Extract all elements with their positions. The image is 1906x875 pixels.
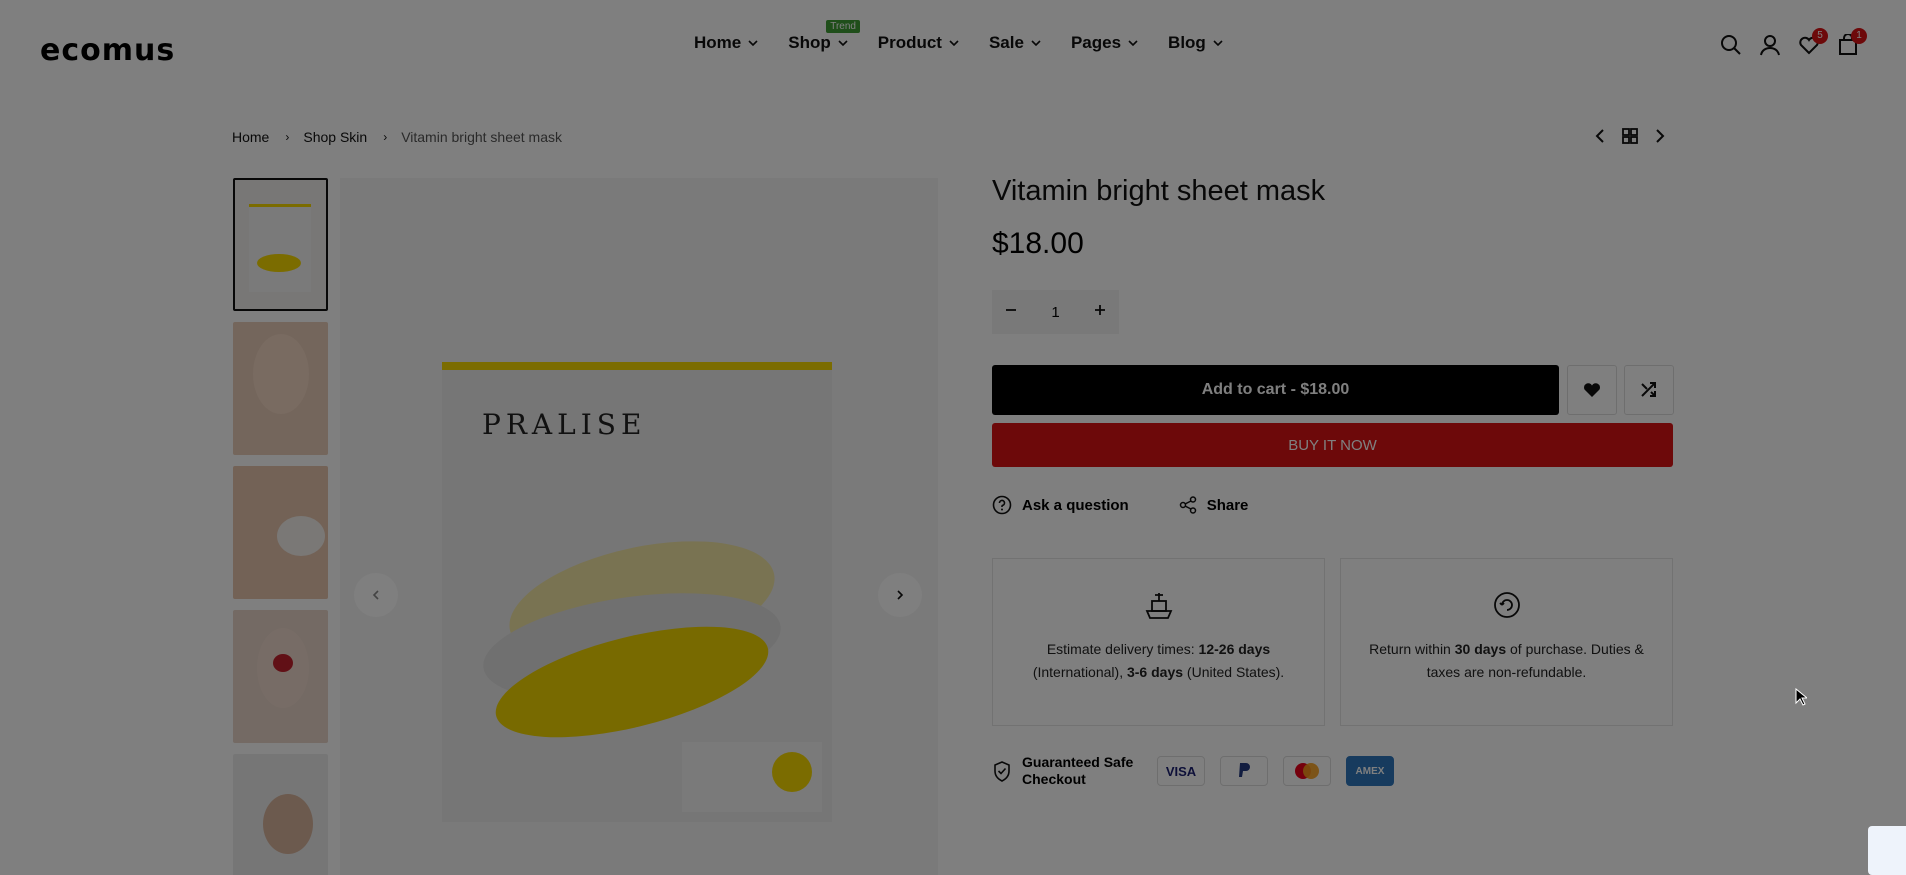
- heart-icon: [1584, 383, 1600, 397]
- shuffle-icon: [1641, 382, 1656, 397]
- wishlist-icon[interactable]: 5: [1798, 28, 1828, 56]
- nav-shop-label: Shop: [788, 33, 831, 52]
- gallery-next-button[interactable]: [878, 573, 922, 617]
- cart-count-badge: 1: [1851, 28, 1867, 44]
- recaptcha-badge[interactable]: [1868, 826, 1906, 875]
- delivery-info-card: Estimate delivery times: 12-26 days (Int…: [992, 558, 1325, 726]
- delivery-text: Estimate delivery times: 12-26 days (Int…: [993, 638, 1324, 684]
- chevron-down-icon: [1031, 40, 1041, 46]
- nav-pages-label: Pages: [1070, 33, 1122, 52]
- product-title: Vitamin bright sheet mask: [992, 175, 1326, 207]
- nav-shop[interactable]: Shop Trend: [788, 20, 860, 53]
- nav-product-label: Product: [877, 33, 942, 52]
- main-nav: Home Shop Trend Product Sale Pages Blog: [694, 20, 1253, 53]
- product-pack-image: PRALISE: [442, 362, 832, 822]
- nav-home[interactable]: Home: [694, 33, 758, 53]
- delivery-us-label: (United States).: [1183, 664, 1285, 680]
- cart-icon[interactable]: 1: [1837, 28, 1867, 56]
- mastercard-icon: [1283, 756, 1331, 786]
- returns-info-card: Return within 30 days of purchase. Dutie…: [1340, 558, 1673, 726]
- breadcrumb-current: Vitamin bright sheet mask: [401, 128, 563, 145]
- nav-home-label: Home: [694, 33, 742, 52]
- question-circle-icon: [992, 495, 1012, 515]
- thumbnail-model-3[interactable]: [233, 610, 328, 743]
- nav-pages[interactable]: Pages: [1071, 33, 1138, 53]
- thumbnail-pack[interactable]: [233, 178, 328, 311]
- delivery-prefix: Estimate delivery times:: [1046, 641, 1199, 657]
- returns-days: 30 days: [1454, 641, 1507, 657]
- site-logo[interactable]: ecomus: [40, 33, 175, 68]
- chevron-down-icon: [748, 40, 758, 46]
- return-icon: [1341, 589, 1672, 628]
- thumbnail-list: [233, 178, 328, 875]
- share-link[interactable]: Share: [1179, 495, 1249, 515]
- increase-quantity-button[interactable]: [1093, 303, 1107, 321]
- compare-button[interactable]: [1624, 365, 1674, 415]
- trend-badge: Trend: [826, 20, 860, 33]
- user-icon[interactable]: [1759, 34, 1781, 56]
- next-product-icon[interactable]: [1651, 127, 1669, 145]
- nav-blog-label: Blog: [1168, 33, 1206, 52]
- thumbnail-model-1[interactable]: [233, 322, 328, 455]
- safe-checkout: Guaranteed Safe Checkout VISA AMEX: [992, 754, 1394, 788]
- chevron-down-icon: [1213, 40, 1223, 46]
- returns-prefix: Return within: [1369, 641, 1455, 657]
- nav-blog[interactable]: Blog: [1168, 33, 1223, 53]
- wishlist-count-badge: 5: [1812, 28, 1828, 44]
- grid-icon[interactable]: [1621, 127, 1639, 145]
- plus-icon: [1095, 305, 1105, 315]
- product-price: $18.00: [992, 227, 1084, 260]
- mouse-cursor-icon: [1795, 688, 1807, 706]
- share-icon: [1179, 496, 1196, 514]
- nav-product[interactable]: Product: [878, 33, 959, 53]
- amex-icon: AMEX: [1346, 756, 1394, 786]
- paypal-icon: [1220, 756, 1268, 786]
- product-pager: [1591, 127, 1669, 145]
- ship-icon: [993, 589, 1324, 628]
- breadcrumb-shop-skin[interactable]: Shop Skin: [303, 129, 367, 145]
- delivery-intl-label: (International),: [1032, 664, 1127, 680]
- returns-text: Return within 30 days of purchase. Dutie…: [1341, 638, 1672, 684]
- search-icon[interactable]: [1720, 34, 1742, 56]
- nav-sale[interactable]: Sale: [989, 33, 1041, 53]
- delivery-us-days: 3-6 days: [1126, 664, 1184, 680]
- visa-icon: VISA: [1157, 756, 1205, 786]
- chevron-down-icon: [949, 40, 959, 46]
- checkout-label: Guaranteed Safe Checkout: [1022, 754, 1134, 787]
- product-actions: Ask a question Share: [992, 495, 1248, 515]
- chevron-down-icon: [1128, 40, 1138, 46]
- chevron-down-icon: [838, 40, 848, 46]
- add-to-wishlist-button[interactable]: [1567, 365, 1617, 415]
- thumbnail-model-2[interactable]: [233, 466, 328, 599]
- buy-it-now-button[interactable]: BUY IT NOW: [992, 423, 1673, 467]
- main-product-image: PRALISE: [340, 178, 938, 875]
- add-to-cart-button[interactable]: Add to cart - $18.00: [992, 365, 1559, 415]
- quantity-stepper: 1: [992, 290, 1119, 334]
- minus-icon: [1006, 309, 1016, 311]
- thumbnail-model-4[interactable]: [233, 754, 328, 875]
- chevron-right-icon: [897, 590, 904, 600]
- gallery-prev-button[interactable]: [354, 573, 398, 617]
- ask-question-link[interactable]: Ask a question: [992, 495, 1129, 515]
- shield-check-icon: [994, 761, 1010, 782]
- product-info: Vitamin bright sheet mask $18.00: [992, 175, 1326, 260]
- header-actions: 5 1: [1720, 28, 1867, 56]
- chevron-left-icon: [372, 590, 379, 600]
- sheet-mask-illustration: [483, 541, 822, 812]
- breadcrumb-home[interactable]: Home: [232, 129, 269, 145]
- decrease-quantity-button[interactable]: [1004, 303, 1018, 321]
- delivery-intl-days: 12-26 days: [1198, 641, 1271, 657]
- breadcrumb: Home › Shop Skin › Vitamin bright sheet …: [205, 111, 1697, 162]
- site-header: ecomus Home Shop Trend Product Sale Page…: [0, 0, 1906, 95]
- nav-sale-label: Sale: [988, 33, 1024, 52]
- chevron-right-icon: ›: [383, 129, 388, 144]
- prev-product-icon[interactable]: [1591, 127, 1609, 145]
- quantity-value[interactable]: 1: [1051, 304, 1059, 321]
- share-label: Share: [1206, 496, 1249, 514]
- ask-question-label: Ask a question: [1022, 496, 1129, 514]
- chevron-right-icon: ›: [285, 129, 290, 144]
